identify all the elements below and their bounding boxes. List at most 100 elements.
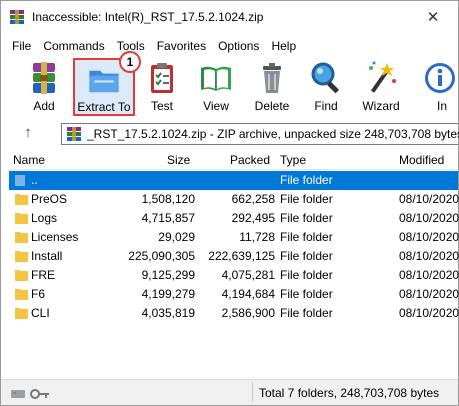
file-type: File folder — [280, 173, 333, 187]
wizard-wand-icon — [369, 61, 396, 93]
view-label: View — [203, 99, 229, 113]
file-modified: 08/10/2020 — [399, 211, 459, 225]
file-name: Licenses — [31, 230, 79, 244]
file-list: .. File folder PreOS 1,508,120 662,258 F… — [9, 171, 459, 376]
winrar-app-icon — [10, 10, 24, 24]
folder-icon — [15, 308, 28, 319]
menu-file[interactable]: File — [1, 36, 37, 56]
folder-icon — [15, 289, 28, 300]
extract-folder-icon — [89, 70, 119, 93]
file-row-cli[interactable]: CLI 4,035,819 2,586,900 File folder 08/1… — [9, 304, 459, 323]
file-type: File folder — [280, 306, 333, 320]
file-name: F6 — [31, 287, 46, 301]
file-type: File folder — [280, 268, 333, 282]
file-modified: 08/10/2020 — [399, 306, 459, 320]
file-packed: 222,639,125 — [208, 249, 275, 263]
status-bar: Total 7 folders, 248,703,708 bytes — [1, 379, 458, 405]
archive-path-field[interactable]: _RST_17.5.2.1024.zip - ZIP archive, unpa… — [61, 123, 459, 145]
file-name: Logs — [31, 211, 58, 225]
file-packed: 2,586,900 — [221, 306, 275, 320]
folder-icon — [15, 270, 28, 281]
file-size: 9,125,299 — [141, 268, 195, 282]
folder-icon — [15, 251, 28, 262]
file-name: FRE — [31, 268, 55, 282]
test-label: Test — [150, 99, 173, 113]
file-size: 225,090,305 — [128, 249, 195, 263]
parent-folder-icon — [15, 175, 25, 186]
file-name: PreOS — [31, 192, 68, 206]
file-row-f6[interactable]: F6 4,199,279 4,194,684 File folder 08/10… — [9, 285, 459, 304]
file-name: Install — [31, 249, 63, 263]
file-type: File folder — [280, 287, 333, 301]
delete-button[interactable]: Delete — [247, 60, 297, 116]
file-packed: 662,258 — [231, 192, 275, 206]
test-button[interactable]: Test — [137, 60, 187, 116]
file-row-fre[interactable]: FRE 9,125,299 4,075,281 File folder 08/1… — [9, 266, 459, 285]
delete-trash-icon — [263, 63, 281, 93]
file-type: File folder — [280, 230, 333, 244]
file-packed: 11,728 — [239, 230, 275, 244]
drive-key-icon[interactable] — [11, 386, 51, 400]
wizard-button[interactable]: Wizard — [355, 60, 407, 116]
file-modified: 08/10/2020 — [399, 268, 459, 282]
file-row-parent[interactable]: .. File folder — [9, 171, 458, 190]
column-name[interactable]: Name — [13, 153, 45, 167]
file-row-licenses[interactable]: Licenses 29,029 11,728 File folder 08/10… — [9, 228, 459, 247]
status-divider — [252, 382, 253, 402]
file-modified: 08/10/2020 — [399, 230, 459, 244]
file-packed: 4,194,684 — [221, 287, 275, 301]
file-type: File folder — [280, 192, 333, 206]
archive-path-text: _RST_17.5.2.1024.zip - ZIP archive, unpa… — [87, 127, 459, 141]
file-row-logs[interactable]: Logs 4,715,857 292,495 File folder 08/10… — [9, 209, 459, 228]
toolbar: Add Extract To Test View Delete Find Wiz… — [1, 57, 458, 119]
column-packed[interactable]: Packed — [230, 153, 270, 167]
file-name: CLI — [31, 306, 50, 320]
file-size: 4,035,819 — [141, 306, 195, 320]
view-book-icon — [201, 66, 231, 91]
step-callout-badge: 1 — [119, 51, 141, 73]
delete-label: Delete — [254, 99, 290, 113]
add-button[interactable]: Add — [16, 60, 72, 116]
find-button[interactable]: Find — [301, 60, 351, 116]
zip-archive-icon — [67, 127, 81, 141]
extract-to-label: Extract To — [77, 100, 131, 114]
file-name: .. — [31, 173, 38, 187]
add-archive-icon — [33, 62, 55, 94]
file-size: 4,715,857 — [141, 211, 195, 225]
file-modified: 08/10/2020 — [399, 192, 459, 206]
info-icon — [425, 63, 455, 93]
menu-help[interactable]: Help — [265, 36, 302, 56]
column-header: Name Size Packed Type Modified — [9, 150, 458, 170]
file-type: File folder — [280, 211, 333, 225]
column-type[interactable]: Type — [280, 153, 306, 167]
status-summary: Total 7 folders, 248,703,708 bytes — [259, 386, 440, 400]
file-row-preos[interactable]: PreOS 1,508,120 662,258 File folder 08/1… — [9, 190, 459, 209]
window-title: Inaccessible: Intel(R)_RST_17.5.2.1024.z… — [32, 10, 264, 24]
menu-favorites[interactable]: Favorites — [151, 36, 212, 56]
file-modified: 08/10/2020 — [399, 249, 459, 263]
file-modified: 08/10/2020 — [399, 287, 459, 301]
wizard-label: Wizard — [362, 99, 400, 113]
file-size: 4,199,279 — [141, 287, 195, 301]
file-type: File folder — [280, 249, 333, 263]
file-size: 29,029 — [158, 230, 195, 244]
menu-bar: File Commands Tools Favorites Options He… — [1, 36, 302, 56]
address-bar: ↑ _RST_17.5.2.1024.zip - ZIP archive, un… — [1, 121, 459, 147]
up-arrow-icon[interactable]: ↑ — [18, 124, 38, 144]
winrar-window: Inaccessible: Intel(R)_RST_17.5.2.1024.z… — [0, 0, 459, 406]
column-modified[interactable]: Modified — [399, 153, 444, 167]
folder-icon — [15, 194, 28, 205]
find-magnifier-icon — [311, 62, 340, 94]
view-button[interactable]: View — [191, 60, 241, 116]
info-button[interactable]: In — [415, 60, 455, 116]
menu-commands[interactable]: Commands — [37, 36, 110, 56]
menu-options[interactable]: Options — [212, 36, 265, 56]
close-button[interactable]: ✕ — [410, 1, 456, 33]
info-label: In — [436, 99, 447, 113]
file-row-install[interactable]: Install 225,090,305 222,639,125 File fol… — [9, 247, 459, 266]
file-packed: 292,495 — [231, 211, 275, 225]
file-size: 1,508,120 — [141, 192, 195, 206]
column-size[interactable]: Size — [167, 153, 190, 167]
folder-icon — [15, 213, 28, 224]
close-icon: ✕ — [426, 9, 440, 26]
